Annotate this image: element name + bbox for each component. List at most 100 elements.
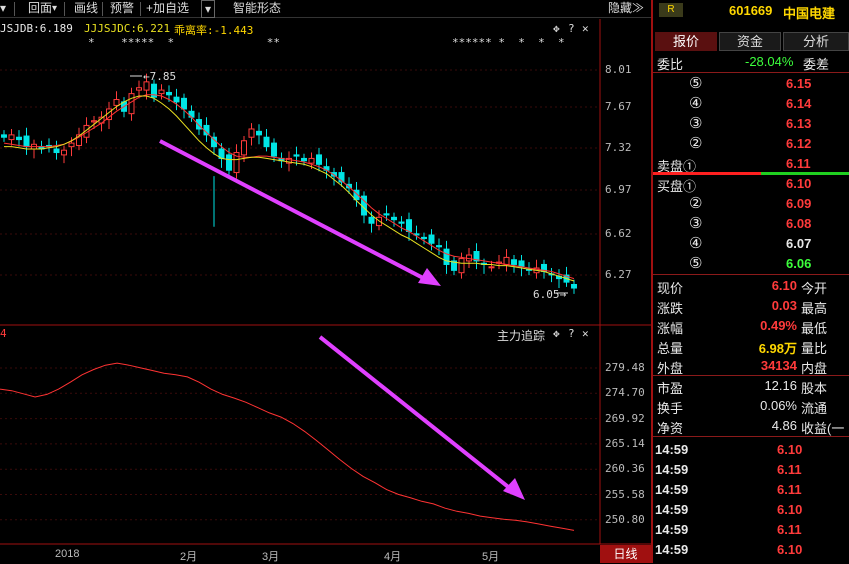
settings-icon[interactable]: ✥ — [553, 22, 560, 35]
close-icon[interactable]: ✕ — [582, 327, 589, 340]
menu-button[interactable]: 回面 — [28, 0, 52, 18]
quote-value: 6.10 — [771, 278, 797, 293]
hide-button[interactable]: 隐藏≫ — [608, 0, 644, 18]
y-label: 269.92 — [605, 411, 645, 425]
candle-body — [143, 81, 150, 91]
tick-row: 14:59 6.11 — [653, 480, 849, 500]
candle-body — [406, 219, 412, 232]
alert-button[interactable]: 预警 — [110, 0, 134, 18]
candle-body — [173, 96, 180, 103]
y-label: 7.32 — [605, 141, 632, 154]
sell-row: ④ 6.14 — [653, 94, 849, 114]
x-label: 4月 — [384, 551, 402, 563]
smart-pattern-button[interactable]: 智能形态 — [233, 0, 281, 18]
tick-price: 6.11 — [777, 482, 802, 497]
fund-label: 净资 — [657, 421, 684, 436]
grid-top — [0, 69, 600, 276]
tick-time: 14:59 — [655, 462, 689, 477]
quote-row: 外盘 34134 内盘 — [653, 356, 849, 376]
divider — [653, 274, 849, 275]
hide-label: 隐藏 — [608, 1, 633, 15]
candle-body — [226, 154, 232, 171]
buy-level: ② — [689, 195, 703, 212]
candle-body — [61, 149, 67, 156]
candle-body — [181, 97, 187, 110]
tick-price: 6.11 — [777, 462, 802, 477]
settings-icon[interactable]: ✥ — [553, 327, 560, 340]
buy-label: 买盘① — [657, 179, 697, 194]
candle-body — [511, 259, 517, 265]
sell-price: 6.11 — [786, 156, 811, 171]
x-label: 3月 — [262, 551, 280, 563]
candle-body — [293, 154, 300, 157]
separator — [140, 2, 141, 16]
buy-price: 6.09 — [786, 196, 812, 211]
tab-funds[interactable]: 资金 — [719, 32, 781, 51]
y-label: 7.67 — [605, 100, 632, 113]
help-icon[interactable]: ? — [568, 22, 575, 35]
candle-body — [398, 221, 405, 224]
quote-row: 总量 6.98万 量比 — [653, 336, 849, 356]
quote-label2: 今开 — [801, 281, 828, 296]
stock-code: 601669 — [729, 3, 773, 18]
tick-row: 14:59 6.10 — [653, 540, 849, 560]
quote-row: 涨跌 0.03 最高 — [653, 296, 849, 316]
divider — [653, 436, 849, 437]
sell-level: ④ — [689, 95, 703, 112]
tab-quote[interactable]: 报价 — [655, 32, 717, 51]
fund-label2: 流通 — [801, 401, 828, 416]
quote-label2: 最高 — [801, 301, 828, 316]
sell-price: 6.15 — [786, 76, 812, 91]
close-icon[interactable]: ✕ — [582, 22, 589, 35]
add-watchlist-button[interactable]: +加自选 — [146, 0, 189, 18]
candle-body — [256, 130, 262, 136]
indicator-bottom-prefix: 4 — [0, 327, 7, 340]
candle-body — [436, 245, 442, 248]
candle-body — [308, 157, 315, 164]
sell-row: ② 6.12 — [653, 134, 849, 154]
candle-body — [383, 213, 390, 216]
plus-icon: + — [146, 1, 154, 15]
candle-body — [241, 140, 247, 156]
buy-row: ② 6.09 — [653, 194, 849, 214]
buy-row: ③ 6.08 — [653, 214, 849, 234]
add-dropdown-icon[interactable]: ▾ — [201, 0, 215, 18]
buy-row: ④ 6.07 — [653, 234, 849, 254]
fund-label: 市盈 — [657, 381, 684, 396]
separator — [64, 2, 65, 16]
buy-row: 买盘① 6.10 — [653, 174, 849, 194]
tick-price: 6.11 — [777, 522, 802, 537]
fund-label: 换手 — [657, 401, 684, 416]
period-button[interactable]: 日线 — [600, 545, 651, 563]
x-label: 5月 — [482, 551, 500, 563]
indicator-bottom-name[interactable]: 主力追踪 — [497, 327, 545, 344]
quote-value: 0.49% — [760, 318, 797, 333]
quote-label2: 量比 — [801, 341, 828, 356]
x-label: 2月 — [180, 551, 198, 563]
y-label: 6.97 — [605, 183, 632, 196]
tick-row: 14:59 6.11 — [653, 520, 849, 540]
candle-body — [91, 120, 97, 123]
ma-red-line — [3, 94, 575, 280]
quote-row: 现价 6.10 今开 — [653, 276, 849, 296]
tick-row: 14:59 6.11 — [653, 460, 849, 480]
sell-level: ⑤ — [689, 75, 703, 92]
draw-line-button[interactable]: 画线 — [74, 0, 98, 18]
fund-row: 换手 0.06% 流通 — [653, 396, 849, 416]
quote-label: 涨幅 — [657, 321, 684, 336]
tab-analysis[interactable]: 分析 — [783, 32, 849, 51]
candle-body — [571, 283, 577, 289]
candle-body — [518, 260, 525, 268]
quote-label2: 最低 — [801, 321, 828, 336]
fund-label2: 收益(一 — [801, 421, 845, 436]
sell-price: 6.14 — [786, 96, 812, 111]
help-icon[interactable]: ? — [568, 327, 575, 340]
candle-body — [301, 157, 307, 162]
menu-dropdown-icon[interactable]: ▾ — [52, 0, 57, 18]
quote-value: 6.98万 — [758, 341, 797, 356]
candle-body — [248, 128, 255, 138]
dropdown-arrow-icon[interactable]: ▾ — [0, 0, 6, 18]
candle-body — [211, 136, 217, 148]
sell-row: 卖盘① 6.11 — [653, 154, 849, 174]
sell-row: ③ 6.13 — [653, 114, 849, 134]
